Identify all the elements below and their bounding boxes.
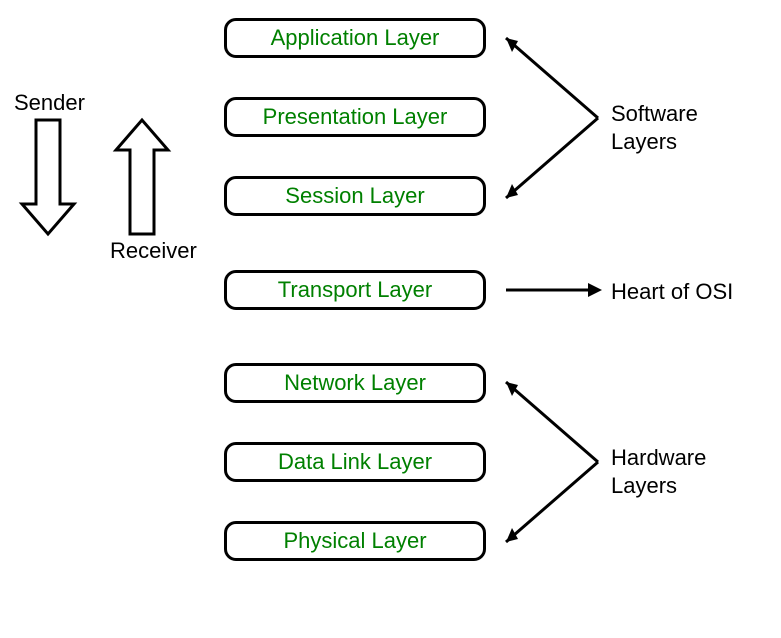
layer-transport-label: Transport Layer [278, 277, 432, 303]
layer-physical: Physical Layer [224, 521, 486, 561]
layer-session: Session Layer [224, 176, 486, 216]
layer-presentation: Presentation Layer [224, 97, 486, 137]
sender-arrow-icon [22, 120, 74, 234]
heart-of-osi-label: Heart of OSI [611, 278, 733, 306]
sender-label: Sender [14, 89, 85, 117]
heart-of-osi-arrow [506, 283, 602, 297]
layer-presentation-label: Presentation Layer [263, 104, 448, 130]
layer-transport: Transport Layer [224, 270, 486, 310]
layer-application: Application Layer [224, 18, 486, 58]
layer-physical-label: Physical Layer [283, 528, 426, 554]
layer-network-label: Network Layer [284, 370, 426, 396]
software-layers-label: Software Layers [611, 100, 698, 155]
hardware-layers-bracket [506, 382, 598, 542]
layer-datalink: Data Link Layer [224, 442, 486, 482]
receiver-arrow-icon [116, 120, 168, 234]
hardware-layers-label: Hardware Layers [611, 444, 706, 499]
layer-application-label: Application Layer [271, 25, 440, 51]
layer-datalink-label: Data Link Layer [278, 449, 432, 475]
layer-network: Network Layer [224, 363, 486, 403]
software-layers-bracket [506, 38, 598, 198]
receiver-label: Receiver [110, 237, 197, 265]
layer-session-label: Session Layer [285, 183, 424, 209]
